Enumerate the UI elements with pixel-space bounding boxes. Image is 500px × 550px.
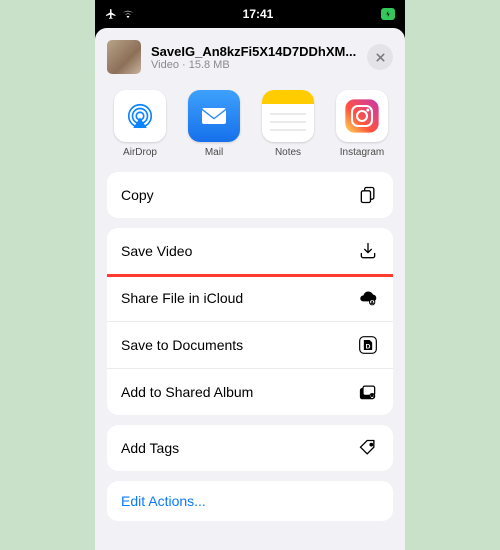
icloud-person-icon xyxy=(357,287,379,309)
action-add-tags-label: Add Tags xyxy=(121,440,179,456)
action-save-video[interactable]: Save Video xyxy=(107,228,393,275)
battery-icon xyxy=(381,8,395,20)
close-icon xyxy=(375,52,386,63)
status-left xyxy=(105,8,135,20)
action-edit-actions[interactable]: Edit Actions... xyxy=(107,481,393,521)
action-edit-actions-label: Edit Actions... xyxy=(121,493,206,509)
copy-icon xyxy=(357,184,379,206)
file-thumbnail xyxy=(107,40,141,74)
mail-icon xyxy=(188,90,240,142)
instagram-icon xyxy=(336,90,388,142)
action-group-copy: Copy xyxy=(107,172,393,218)
action-save-documents[interactable]: Save to Documents D xyxy=(107,322,393,369)
action-add-tags[interactable]: Add Tags xyxy=(107,425,393,471)
app-notes-label: Notes xyxy=(275,147,301,158)
app-tiktok-partial[interactable]: T xyxy=(403,90,405,158)
status-bar: 17:41 xyxy=(95,0,405,28)
action-save-documents-label: Save to Documents xyxy=(121,337,243,353)
apps-row: AirDrop Mail Notes xyxy=(95,84,405,172)
action-add-shared-album-label: Add to Shared Album xyxy=(121,384,253,400)
documents-app-icon: D xyxy=(357,334,379,356)
file-meta: Video · 15.8 MB xyxy=(151,59,357,71)
notes-icon xyxy=(262,90,314,142)
svg-text:D: D xyxy=(366,343,371,350)
action-group-main: Save Video Share File in iCloud Save to … xyxy=(107,228,393,415)
app-notes[interactable]: Notes xyxy=(255,90,321,158)
tag-icon xyxy=(357,437,379,459)
app-instagram-label: Instagram xyxy=(340,147,384,158)
close-button[interactable] xyxy=(367,44,393,70)
share-sheet: SaveIG_An8kzFi5X14D7DDhXM... Video · 15.… xyxy=(95,28,405,550)
file-name: SaveIG_An8kzFi5X14D7DDhXM... xyxy=(151,44,357,59)
action-copy[interactable]: Copy xyxy=(107,172,393,218)
action-group-edit: Edit Actions... xyxy=(107,481,393,521)
airplane-icon xyxy=(105,8,117,20)
shared-album-icon xyxy=(357,381,379,403)
phone-frame: 17:41 SaveIG_An8kzFi5X14D7DDhXM... Video… xyxy=(95,0,405,550)
actions-container: Copy Save Video Share File in i xyxy=(95,172,405,521)
action-add-shared-album[interactable]: Add to Shared Album xyxy=(107,369,393,415)
app-mail[interactable]: Mail xyxy=(181,90,247,158)
status-right xyxy=(381,8,395,20)
action-copy-label: Copy xyxy=(121,187,154,203)
airdrop-icon xyxy=(114,90,166,142)
action-share-icloud-label: Share File in iCloud xyxy=(121,290,243,306)
app-mail-label: Mail xyxy=(205,147,223,158)
app-airdrop[interactable]: AirDrop xyxy=(107,90,173,158)
app-airdrop-label: AirDrop xyxy=(123,147,157,158)
share-header: SaveIG_An8kzFi5X14D7DDhXM... Video · 15.… xyxy=(95,34,405,84)
action-group-tags: Add Tags xyxy=(107,425,393,471)
action-share-icloud[interactable]: Share File in iCloud xyxy=(107,275,393,322)
download-icon xyxy=(357,240,379,262)
status-time: 17:41 xyxy=(243,7,274,21)
app-instagram[interactable]: Instagram xyxy=(329,90,395,158)
action-save-video-label: Save Video xyxy=(121,243,192,259)
wifi-icon xyxy=(121,8,135,20)
